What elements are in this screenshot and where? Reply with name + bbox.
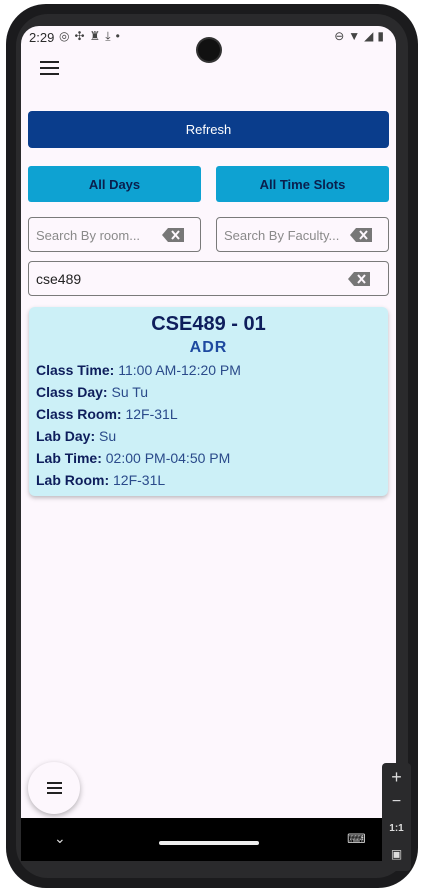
search-room-placeholder: Search By room...: [36, 228, 141, 243]
refresh-button[interactable]: Refresh: [28, 111, 389, 148]
lab-room-value: 12F-31L: [113, 472, 166, 488]
class-room-row: Class Room: 12F-31L: [36, 406, 178, 422]
search-faculty-input[interactable]: Search By Faculty...: [216, 217, 389, 252]
clear-room-icon[interactable]: [162, 228, 184, 242]
faculty-initials: ADR: [189, 339, 228, 356]
lab-time-label: Lab Time:: [36, 450, 102, 466]
lab-day-label: Lab Day:: [36, 428, 96, 444]
zoom-ratio-label[interactable]: 1:1: [382, 823, 411, 834]
clear-course-icon[interactable]: [348, 272, 370, 286]
zoom-out-icon[interactable]: −: [382, 793, 411, 811]
class-day-row: Class Day: Su Tu: [36, 384, 148, 400]
class-day-label: Class Day:: [36, 384, 108, 400]
search-room-input[interactable]: Search By room...: [28, 217, 201, 252]
all-days-button[interactable]: All Days: [28, 166, 201, 202]
course-search-input[interactable]: cse489: [28, 261, 389, 296]
lab-day-row: Lab Day: Su: [36, 428, 116, 444]
clear-faculty-icon[interactable]: [350, 228, 372, 242]
lab-time-row: Lab Time: 02:00 PM-04:50 PM: [36, 450, 230, 466]
app-screen: 2:29 ◎✣♜⤓• ⊖▼◢▮ Refresh All Days All Tim…: [21, 26, 396, 818]
status-time: 2:29: [29, 30, 55, 45]
system-navigation-bar: ⌄ ⌨: [21, 818, 396, 861]
class-room-value: 12F-31L: [125, 406, 178, 422]
hamburger-menu-icon[interactable]: [40, 60, 60, 76]
home-gesture-pill[interactable]: [159, 841, 259, 845]
lab-room-label: Lab Room:: [36, 472, 110, 488]
screenshot-icon[interactable]: ▣: [382, 847, 411, 861]
notification-icons: ◎✣♜⤓•: [59, 29, 125, 43]
lab-room-row: Lab Room: 12F-31L: [36, 472, 165, 488]
menu-fab-button[interactable]: [28, 762, 80, 814]
emulator-zoom-panel: + − 1:1 ▣: [382, 763, 411, 871]
lab-time-value: 02:00 PM-04:50 PM: [105, 450, 231, 466]
camera-cutout: [198, 39, 220, 61]
class-room-label: Class Room:: [36, 406, 122, 422]
lab-day-value: Su: [99, 428, 117, 444]
class-time-row: Class Time: 11:00 AM-12:20 PM: [36, 362, 241, 378]
course-section-title: CSE489 - 01: [151, 313, 266, 335]
all-time-slots-button[interactable]: All Time Slots: [216, 166, 389, 202]
system-status-icons: ⊖▼◢▮: [334, 29, 388, 43]
course-result-card[interactable]: CSE489 - 01 ADR Class Time: 11:00 AM-12:…: [29, 307, 388, 496]
course-search-value: cse489: [36, 271, 82, 287]
keyboard-icon[interactable]: ⌨: [347, 831, 366, 847]
zoom-in-icon[interactable]: +: [382, 767, 411, 788]
class-time-label: Class Time:: [36, 362, 115, 378]
chevron-down-icon[interactable]: ⌄: [54, 830, 66, 847]
class-time-value: 11:00 AM-12:20 PM: [118, 362, 241, 378]
search-faculty-placeholder: Search By Faculty...: [224, 228, 340, 243]
class-day-value: Su Tu: [111, 384, 149, 400]
